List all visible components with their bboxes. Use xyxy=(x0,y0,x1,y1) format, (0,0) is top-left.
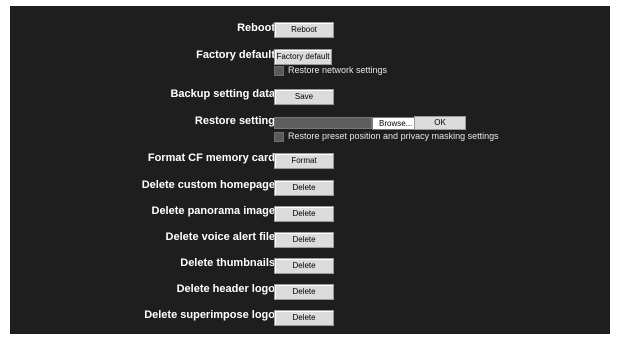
backup-label: Backup setting data xyxy=(170,88,275,100)
restore-file-input[interactable] xyxy=(274,117,372,129)
delete-homepage-button[interactable]: Delete xyxy=(274,180,334,196)
restore-preset-checkbox-label: Restore preset position and privacy mask… xyxy=(288,131,499,141)
delete-superimpose-logo-button[interactable]: Delete xyxy=(274,310,334,326)
delete-header-logo-button[interactable]: Delete xyxy=(274,284,334,300)
delete-voice-button[interactable]: Delete xyxy=(274,232,334,248)
restore-network-checkbox-label: Restore network settings xyxy=(288,65,388,75)
save-button[interactable]: Save xyxy=(274,89,334,105)
factory-default-button[interactable]: Factory default xyxy=(274,49,332,65)
restore-network-checkbox[interactable] xyxy=(274,65,284,76)
format-button[interactable]: Format xyxy=(274,153,334,169)
browse-button[interactable]: Browse... xyxy=(372,117,420,130)
delete-homepage-label: Delete custom homepage xyxy=(141,179,275,191)
reboot-label: Reboot xyxy=(237,22,275,34)
delete-thumbnails-label: Delete thumbnails xyxy=(180,257,275,269)
restore-label: Restore setting xyxy=(194,115,275,127)
delete-header-logo-label: Delete header logo xyxy=(176,283,275,295)
ok-button[interactable]: OK xyxy=(414,116,466,130)
delete-superimpose-logo-label: Delete superimpose logo xyxy=(144,309,275,321)
format-cf-label: Format CF memory card xyxy=(147,152,275,164)
delete-voice-label: Delete voice alert file xyxy=(165,231,275,243)
reboot-button[interactable]: Reboot xyxy=(274,22,334,38)
restore-preset-checkbox-row[interactable]: Restore preset position and privacy mask… xyxy=(274,131,499,142)
restore-network-checkbox-row[interactable]: Restore network settings xyxy=(274,65,387,76)
delete-thumbnails-button[interactable]: Delete xyxy=(274,258,334,274)
restore-preset-checkbox[interactable] xyxy=(274,131,284,142)
delete-panorama-label: Delete panorama image xyxy=(151,205,276,217)
settings-panel: Reboot Reboot Factory default Factory de… xyxy=(10,6,610,334)
factory-default-label: Factory default xyxy=(196,49,275,61)
delete-panorama-button[interactable]: Delete xyxy=(274,206,334,222)
